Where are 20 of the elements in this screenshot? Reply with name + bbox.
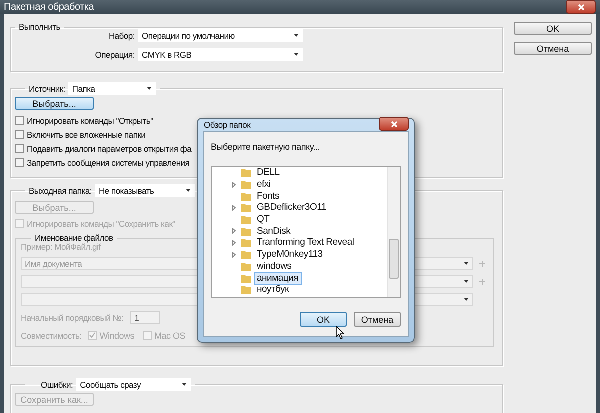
checkbox-label: Игнорировать команды "Сохранить как" (27, 218, 176, 228)
checkbox-label: Запретить сообщения системы управления (27, 158, 190, 168)
checkbox-label: Игнорировать команды "Открыть" (27, 116, 154, 126)
field-label: Ошибки: (41, 380, 74, 390)
group-title: Именование файлов (35, 233, 114, 243)
checkbox-label: Включить все вложенные папки (27, 130, 146, 140)
group-title: Выполнить (19, 22, 60, 32)
field-label: Источник: (29, 84, 66, 94)
field-label: Набор: (108, 30, 135, 40)
checkbox-label: Windows (100, 330, 135, 340)
checkbox-label: Подавить диалоги параметров открытия фа (27, 144, 192, 154)
checkbox-label: Mac OS (154, 330, 186, 340)
prompt-text: Выберите пакетную папку... (211, 142, 321, 152)
field-label: Совместимость: (21, 330, 82, 340)
window-title: Пакетная обработка (4, 2, 94, 12)
field-label: Операция: (94, 50, 135, 60)
field-label: Выходная папка: (29, 186, 92, 196)
example-text: Пример: МойФайл.gif (21, 242, 101, 252)
field-label: Начальный порядковый №: (21, 312, 124, 322)
dialog-title: Обзор папок (204, 120, 251, 130)
